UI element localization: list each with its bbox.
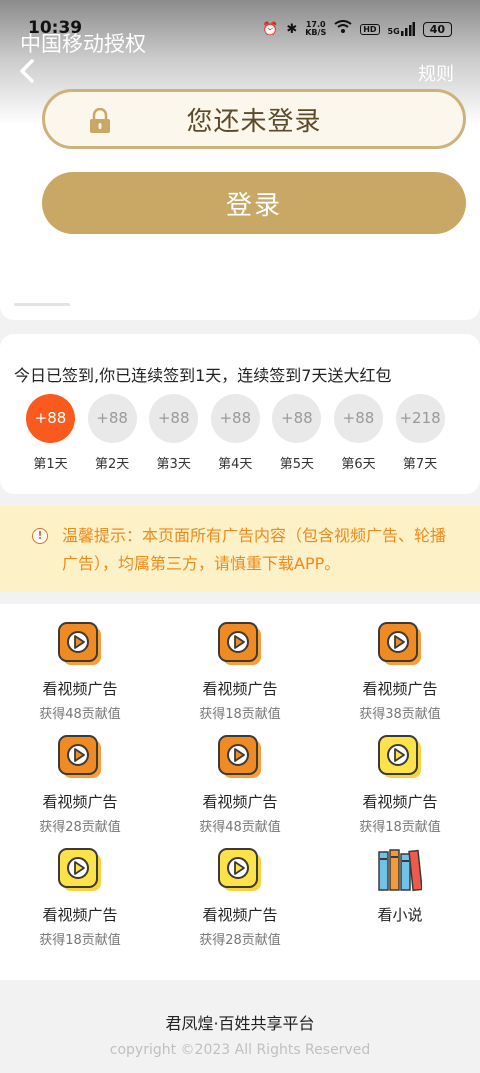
day-reward: +88 bbox=[87, 394, 137, 443]
signin-day[interactable]: +88 第4天 bbox=[210, 394, 260, 472]
login-status-pill: 您还未登录 bbox=[42, 89, 466, 149]
books-icon bbox=[378, 849, 423, 892]
task-tile[interactable]: 看小说 bbox=[320, 848, 480, 925]
day-reward: +88 bbox=[333, 394, 383, 443]
signin-day[interactable]: +88 第1天 bbox=[26, 394, 75, 472]
status-icons: ⏰ ✱ 17.0 KB/S HD 5G 40 bbox=[262, 20, 452, 38]
network-speed: 17.0 KB/S bbox=[305, 21, 326, 37]
rules-link[interactable]: 规则 bbox=[418, 60, 454, 86]
network-type: 5G bbox=[387, 27, 400, 36]
notice-banner: ! 温馨提示：本页面所有广告内容（包含视频广告、轮播广告），均属第三方，请慎重下… bbox=[0, 506, 480, 592]
task-reward: 获得38贡献值 bbox=[359, 707, 441, 722]
task-tile[interactable]: 看视频广告 获得28贡献值 bbox=[0, 735, 160, 835]
task-title: 看视频广告 bbox=[42, 680, 118, 698]
task-tile[interactable]: 看视频广告 获得18贡献值 bbox=[0, 848, 160, 948]
signin-days: +88 第1天 +88 第2天 +88 第3天 +88 第4天 +88 第5天 … bbox=[26, 394, 445, 472]
day-label: 第7天 bbox=[402, 457, 438, 472]
task-title: 看视频广告 bbox=[202, 680, 278, 698]
signin-day[interactable]: +218 第7天 bbox=[395, 394, 445, 472]
footer-brand: 君凤煌·百姓共享平台 bbox=[165, 1014, 315, 1033]
footer-copyright: copyright ©2023 All Rights Reserved bbox=[109, 1042, 371, 1058]
warning-icon: ! bbox=[32, 528, 48, 544]
video-play-icon bbox=[58, 735, 101, 778]
day-label: 第4天 bbox=[218, 457, 253, 472]
back-button[interactable] bbox=[14, 56, 44, 86]
lock-icon bbox=[90, 108, 110, 133]
notice-text: 温馨提示：本页面所有广告内容（包含视频广告、轮播广告），均属第三方，请慎重下载A… bbox=[62, 526, 447, 573]
day-reward: +218 bbox=[395, 394, 445, 443]
day-label: 第3天 bbox=[156, 457, 191, 472]
video-play-icon bbox=[378, 622, 421, 665]
carrier-label: 中国移动授权 bbox=[20, 32, 146, 56]
signin-day[interactable]: +88 第2天 bbox=[87, 394, 137, 472]
signin-day[interactable]: +88 第6天 bbox=[333, 394, 383, 472]
day-label: 第1天 bbox=[33, 457, 68, 472]
task-reward: 获得18贡献值 bbox=[39, 933, 121, 948]
day-reward: +88 bbox=[149, 394, 199, 443]
chevron-left-icon bbox=[20, 59, 34, 83]
task-reward: 获得48贡献值 bbox=[199, 820, 281, 835]
task-tile[interactable]: 看视频广告 获得48贡献值 bbox=[0, 622, 160, 722]
day-label: 第2天 bbox=[94, 457, 130, 472]
signin-day[interactable]: +88 第5天 bbox=[272, 394, 322, 472]
day-label: 第5天 bbox=[279, 457, 315, 472]
battery-indicator: 40 bbox=[422, 21, 452, 37]
footer: 君凤煌·百姓共享平台 copyright ©2023 All Rights Re… bbox=[0, 980, 480, 1073]
login-button[interactable]: 登录 bbox=[42, 172, 466, 234]
task-tile[interactable]: 看视频广告 获得18贡献值 bbox=[320, 735, 480, 835]
wifi-icon bbox=[334, 20, 352, 38]
task-tile[interactable]: 看视频广告 获得18贡献值 bbox=[160, 622, 320, 722]
task-reward: 获得18贡献值 bbox=[199, 707, 281, 722]
signin-card: 今日已签到,你已连续签到1天，连续签到7天送大红包 +88 第1天 +88 第2… bbox=[0, 334, 480, 494]
task-title: 看视频广告 bbox=[202, 793, 278, 811]
task-reward: 获得28贡献值 bbox=[199, 933, 281, 948]
hd-badge: HD bbox=[360, 23, 380, 35]
video-play-icon bbox=[218, 848, 261, 891]
day-reward: +88 bbox=[26, 394, 75, 443]
video-play-icon bbox=[58, 622, 101, 665]
day-reward: +88 bbox=[210, 394, 260, 443]
day-reward: +88 bbox=[272, 394, 322, 443]
video-play-icon bbox=[218, 622, 261, 665]
day-label: 第6天 bbox=[341, 457, 376, 472]
header-panel: 10:39 ⏰ ✱ 17.0 KB/S HD 5G 40 中国移动授权 规则 您… bbox=[0, 0, 480, 320]
video-play-icon bbox=[218, 735, 261, 778]
login-status-text: 您还未登录 bbox=[186, 106, 322, 137]
video-play-icon bbox=[58, 848, 101, 891]
alarm-icon: ⏰ bbox=[262, 21, 279, 37]
task-tile[interactable]: 看视频广告 获得48贡献值 bbox=[160, 735, 320, 835]
task-tile[interactable]: 看视频广告 获得38贡献值 bbox=[320, 622, 480, 722]
speed-unit: KB/S bbox=[305, 28, 327, 37]
task-title: 看视频广告 bbox=[42, 906, 118, 924]
signin-day[interactable]: +88 第3天 bbox=[149, 394, 199, 472]
task-tile[interactable]: 看视频广告 获得28贡献值 bbox=[160, 848, 320, 948]
task-title: 看视频广告 bbox=[202, 906, 278, 924]
signal-icon: 5G bbox=[388, 22, 415, 36]
task-reward: 获得18贡献值 bbox=[359, 820, 441, 835]
bluetooth-icon: ✱ bbox=[286, 21, 298, 37]
task-title: 看小说 bbox=[377, 906, 423, 924]
task-title: 看视频广告 bbox=[42, 793, 118, 811]
video-play-icon bbox=[378, 735, 421, 778]
task-title: 看视频广告 bbox=[362, 680, 438, 698]
task-grid: 看视频广告 获得48贡献值 看视频广告 获得18贡献值 看视频广告 获得38贡献… bbox=[0, 604, 480, 980]
task-reward: 获得48贡献值 bbox=[39, 707, 121, 722]
drag-handle bbox=[14, 303, 70, 306]
signin-message: 今日已签到,你已连续签到1天，连续签到7天送大红包 bbox=[14, 366, 392, 385]
task-title: 看视频广告 bbox=[362, 793, 438, 811]
task-reward: 获得28贡献值 bbox=[39, 820, 121, 835]
